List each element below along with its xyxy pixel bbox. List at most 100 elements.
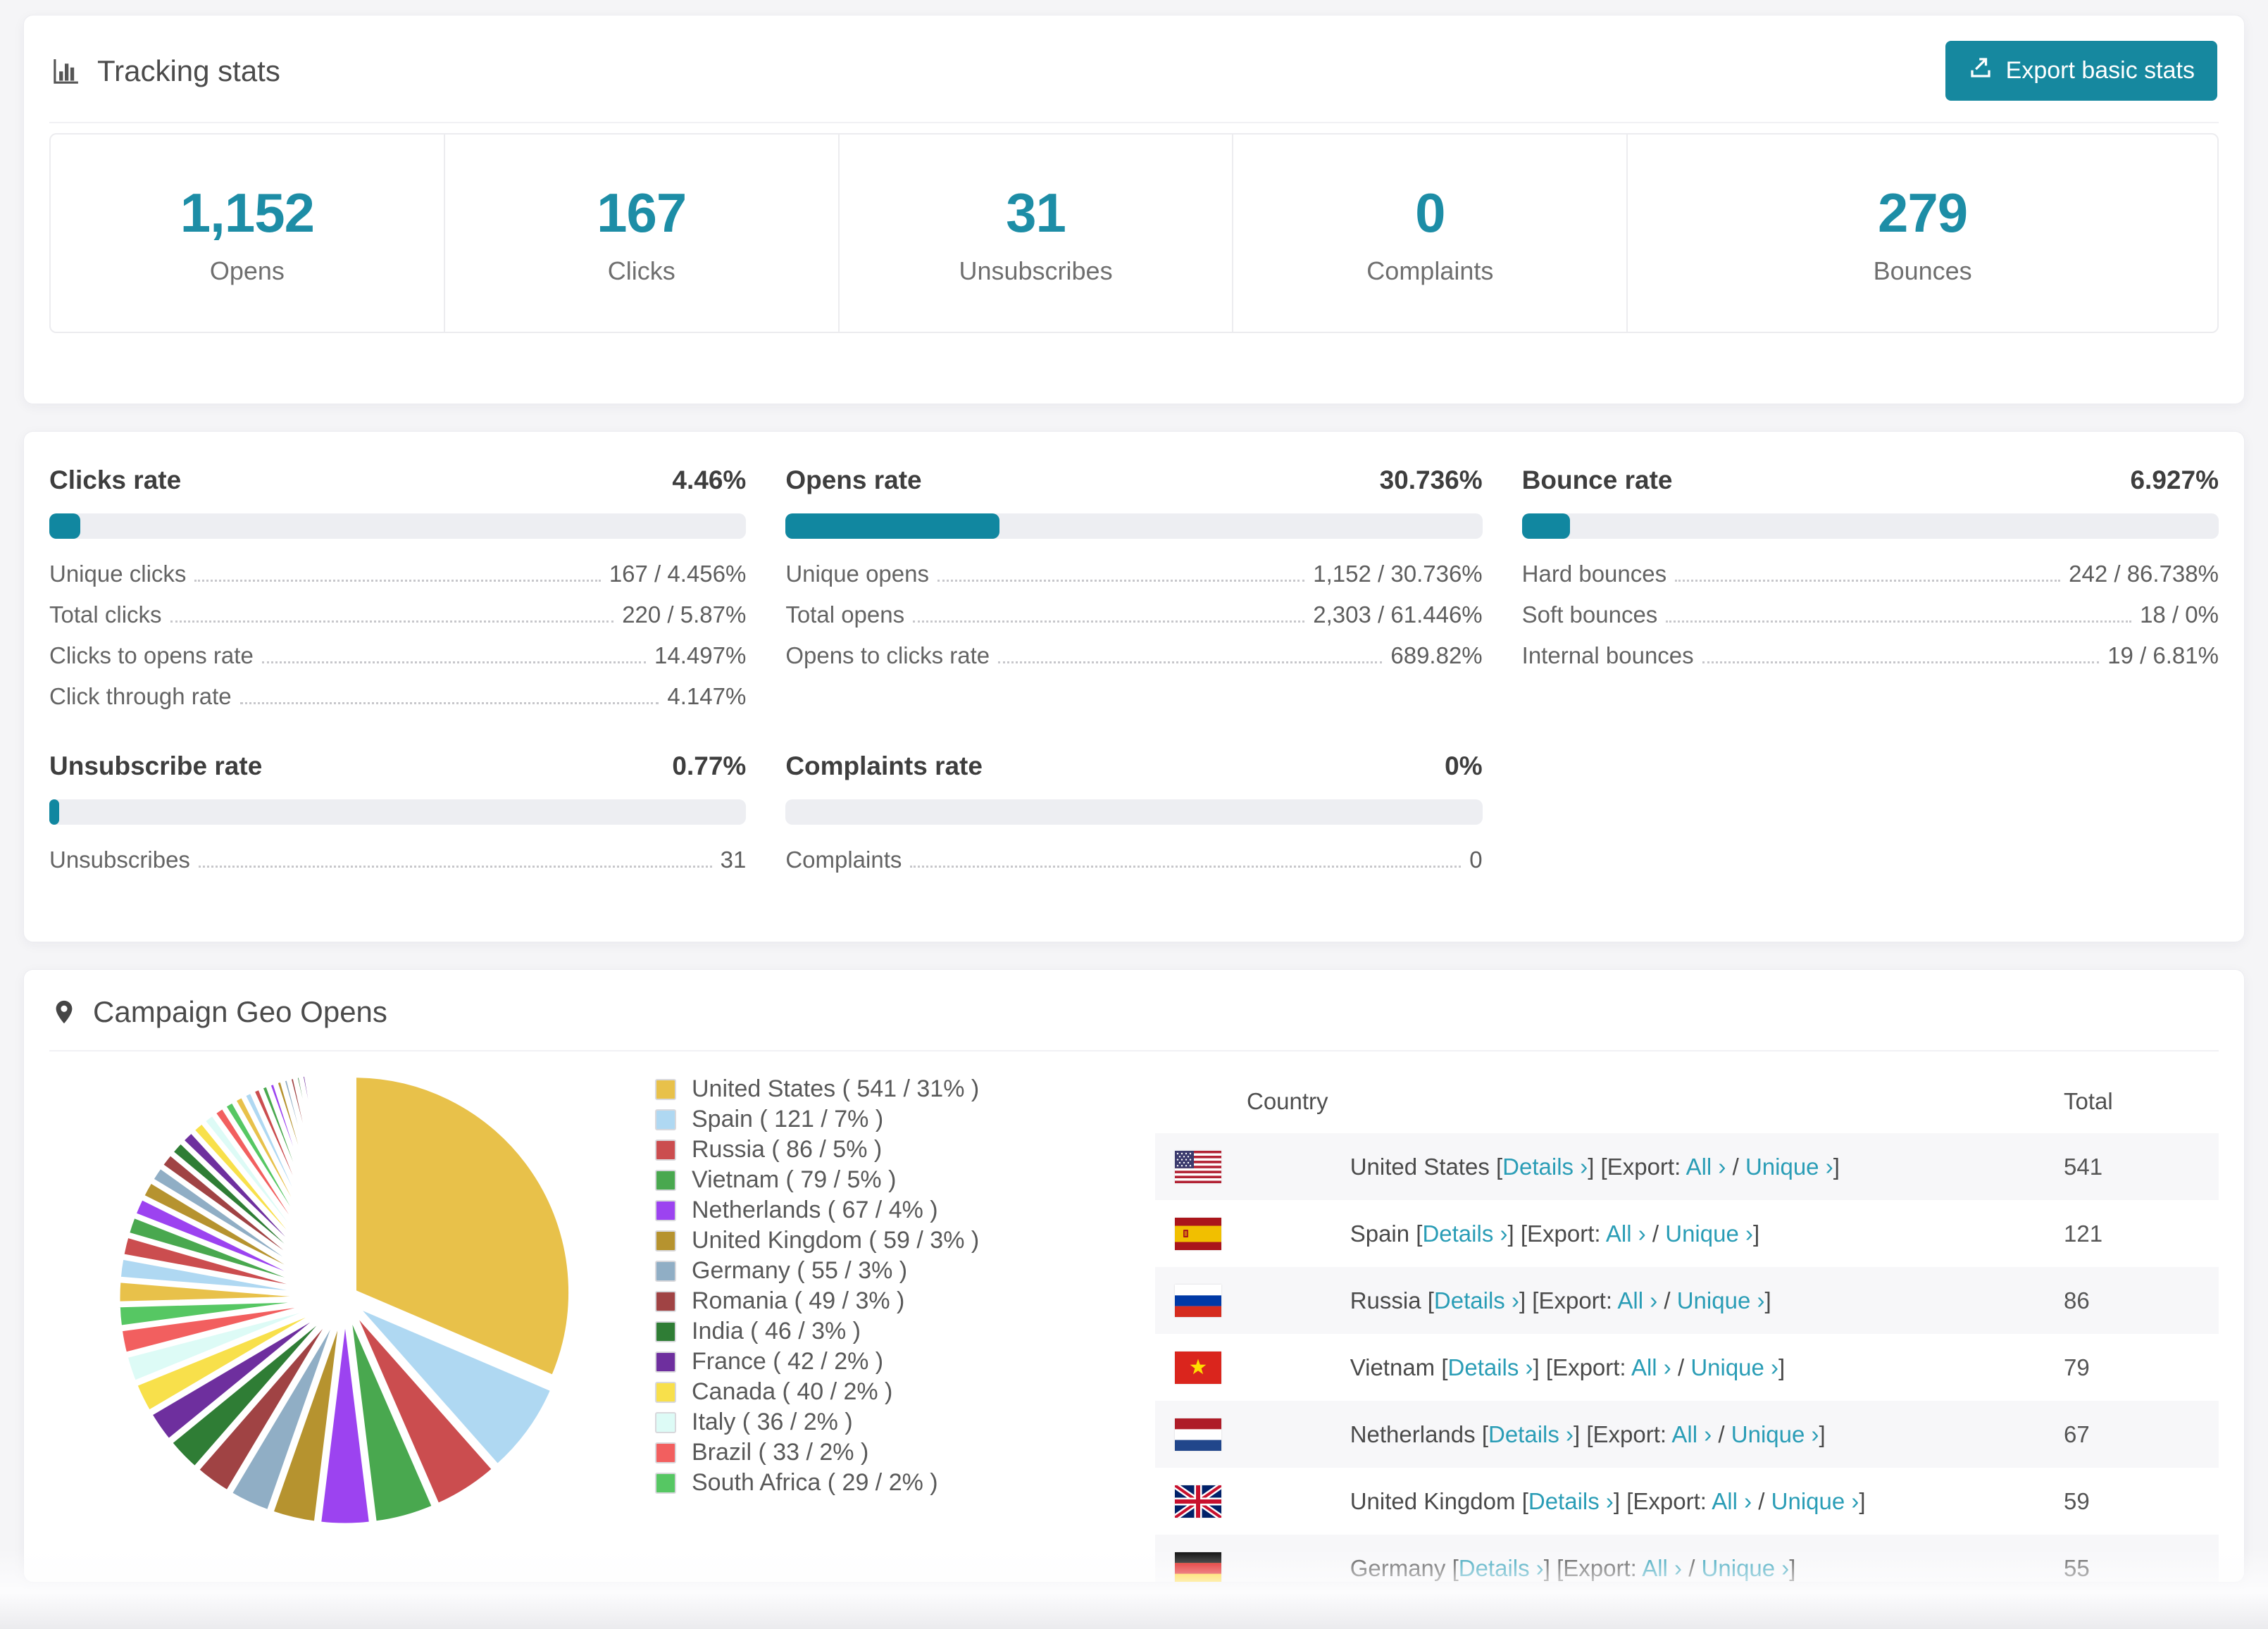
- details-link[interactable]: Details ›: [1422, 1221, 1507, 1247]
- rate-stat-row: Internal bounces 19 / 6.81%: [1522, 642, 2219, 670]
- rate-stat-label: Clicks to opens rate: [49, 642, 254, 668]
- rate-stat-label: Unsubscribes: [49, 847, 190, 873]
- details-link[interactable]: Details ›: [1502, 1154, 1588, 1180]
- rate-stat-row: Unique clicks 167 / 4.456%: [49, 560, 746, 588]
- legend-label: Italy ( 36 / 2% ): [692, 1409, 853, 1435]
- geo-legend: United States ( 541 / 31% ) Spain ( 121 …: [655, 1074, 1049, 1498]
- export-all-link[interactable]: All ›: [1631, 1354, 1671, 1380]
- stat-value: 31: [1006, 181, 1066, 244]
- progress-bar-fill: [1521, 513, 1571, 539]
- country-total: 59: [2064, 1487, 2090, 1514]
- rate-stat-row: Total opens 2,303 / 61.446%: [785, 601, 1482, 629]
- export-unique-link[interactable]: Unique ›: [1677, 1287, 1765, 1313]
- column-header-total: Total: [2064, 1088, 2113, 1114]
- legend-item[interactable]: South Africa ( 29 / 2% ): [655, 1468, 1049, 1498]
- rate-value: 0.77%: [672, 751, 747, 780]
- details-link[interactable]: Details ›: [1459, 1555, 1544, 1581]
- legend-label: Canada ( 40 / 2% ): [692, 1378, 893, 1405]
- legend-item[interactable]: Germany ( 55 / 3% ): [655, 1256, 1049, 1286]
- legend-swatch: [655, 1290, 676, 1312]
- legend-label: Vietnam ( 79 / 5% ): [692, 1166, 897, 1193]
- progress-bar-fill: [785, 513, 1000, 539]
- export-basic-stats-button[interactable]: Export basic stats: [1945, 41, 2217, 101]
- rate-stat-row: Unique opens 1,152 / 30.736%: [785, 560, 1482, 588]
- geo-pie-chart[interactable]: [115, 1068, 573, 1528]
- legend-item[interactable]: Netherlands ( 67 / 4% ): [655, 1195, 1049, 1225]
- rate-block: Bounce rate 6.927% Hard bounces 242 / 86…: [1521, 466, 2219, 711]
- dotted-leader: [910, 866, 1462, 868]
- rate-value: 30.736%: [1379, 466, 1483, 494]
- country-name: United Kingdom: [1350, 1487, 1522, 1514]
- rate-title: Clicks rate: [49, 466, 182, 494]
- legend-item[interactable]: United Kingdom ( 59 / 3% ): [655, 1225, 1049, 1256]
- country-name: Netherlands: [1350, 1421, 1482, 1447]
- details-link[interactable]: Details ›: [1488, 1421, 1574, 1447]
- tracking-stats-card: Tracking stats Export basic stats 1,152 …: [23, 15, 2245, 404]
- legend-item[interactable]: Romania ( 49 / 3% ): [655, 1286, 1049, 1316]
- export-unique-link[interactable]: Unique ›: [1702, 1555, 1790, 1581]
- export-unique-link[interactable]: Unique ›: [1771, 1488, 1859, 1514]
- stat-cell: 1,152 Opens: [51, 135, 445, 332]
- country-flag-icon: [1175, 1150, 1221, 1183]
- rate-stat-value: 1,152 / 30.736%: [1313, 561, 1483, 587]
- table-row: Vietnam [Details ›] [Export: All › / Uni…: [1155, 1334, 2219, 1401]
- stat-value: 167: [597, 181, 687, 244]
- section-title: Campaign Geo Opens: [93, 995, 387, 1028]
- legend-label: United States ( 541 / 31% ): [692, 1075, 980, 1102]
- export-all-link[interactable]: All ›: [1617, 1287, 1657, 1313]
- export-unique-link[interactable]: Unique ›: [1745, 1154, 1833, 1180]
- rate-stat-value: 19 / 6.81%: [2107, 642, 2219, 668]
- legend-label: Romania ( 49 / 3% ): [692, 1287, 905, 1314]
- legend-swatch: [655, 1472, 676, 1494]
- rate-title: Unsubscribe rate: [49, 751, 263, 780]
- rate-stat-value: 0: [1469, 847, 1483, 873]
- legend-item[interactable]: Vietnam ( 79 / 5% ): [655, 1165, 1049, 1195]
- rate-stat-value: 242 / 86.738%: [2069, 561, 2219, 587]
- legend-label: France ( 42 / 2% ): [692, 1348, 884, 1375]
- details-link[interactable]: Details ›: [1448, 1354, 1533, 1380]
- rate-stat-row: Hard bounces 242 / 86.738%: [1522, 560, 2219, 588]
- details-link[interactable]: Details ›: [1528, 1488, 1614, 1514]
- progress-bar: [49, 799, 747, 825]
- export-all-link[interactable]: All ›: [1642, 1555, 1682, 1581]
- legend-item[interactable]: Italy ( 36 / 2% ): [655, 1407, 1049, 1437]
- stat-value: 0: [1415, 181, 1445, 244]
- export-all-link[interactable]: All ›: [1686, 1154, 1726, 1180]
- export-all-link[interactable]: All ›: [1712, 1488, 1752, 1514]
- rate-stat-label: Click through rate: [49, 683, 232, 709]
- dotted-leader: [913, 620, 1305, 623]
- legend-item[interactable]: Brazil ( 33 / 2% ): [655, 1437, 1049, 1468]
- legend-swatch: [655, 1321, 676, 1342]
- country-total: 541: [2064, 1153, 2103, 1180]
- rate-stat-value: 14.497%: [654, 642, 747, 668]
- legend-item[interactable]: Russia ( 86 / 5% ): [655, 1135, 1049, 1165]
- legend-swatch: [655, 1351, 676, 1373]
- rate-stat-label: Total clicks: [49, 601, 162, 628]
- details-link[interactable]: Details ›: [1434, 1287, 1519, 1313]
- country-total: 121: [2064, 1220, 2103, 1247]
- export-unique-link[interactable]: Unique ›: [1690, 1354, 1778, 1380]
- rate-stat-label: Total opens: [785, 601, 905, 628]
- export-all-link[interactable]: All ›: [1671, 1421, 1712, 1447]
- progress-bar-fill: [49, 513, 81, 539]
- country-total: 55: [2064, 1554, 2090, 1581]
- export-all-link[interactable]: All ›: [1606, 1221, 1646, 1247]
- export-unique-link[interactable]: Unique ›: [1665, 1221, 1753, 1247]
- legend-item[interactable]: United States ( 541 / 31% ): [655, 1074, 1049, 1104]
- legend-swatch: [655, 1109, 676, 1130]
- country-flag-icon: [1175, 1217, 1221, 1250]
- stat-label: Complaints: [1366, 256, 1494, 285]
- stat-value: 279: [1878, 181, 1968, 244]
- export-icon: [1968, 55, 1993, 87]
- legend-item[interactable]: Spain ( 121 / 7% ): [655, 1104, 1049, 1135]
- country-total: 79: [2064, 1354, 2090, 1380]
- legend-item[interactable]: Canada ( 40 / 2% ): [655, 1377, 1049, 1407]
- rate-stat-label: Opens to clicks rate: [785, 642, 990, 668]
- rate-stat-label: Internal bounces: [1521, 642, 1694, 668]
- legend-item[interactable]: France ( 42 / 2% ): [655, 1347, 1049, 1377]
- stat-label: Unsubscribes: [959, 256, 1113, 285]
- export-unique-link[interactable]: Unique ›: [1731, 1421, 1819, 1447]
- legend-swatch: [655, 1260, 676, 1282]
- rate-stat-value: 167 / 4.456%: [609, 561, 747, 587]
- legend-item[interactable]: India ( 46 / 3% ): [655, 1316, 1049, 1347]
